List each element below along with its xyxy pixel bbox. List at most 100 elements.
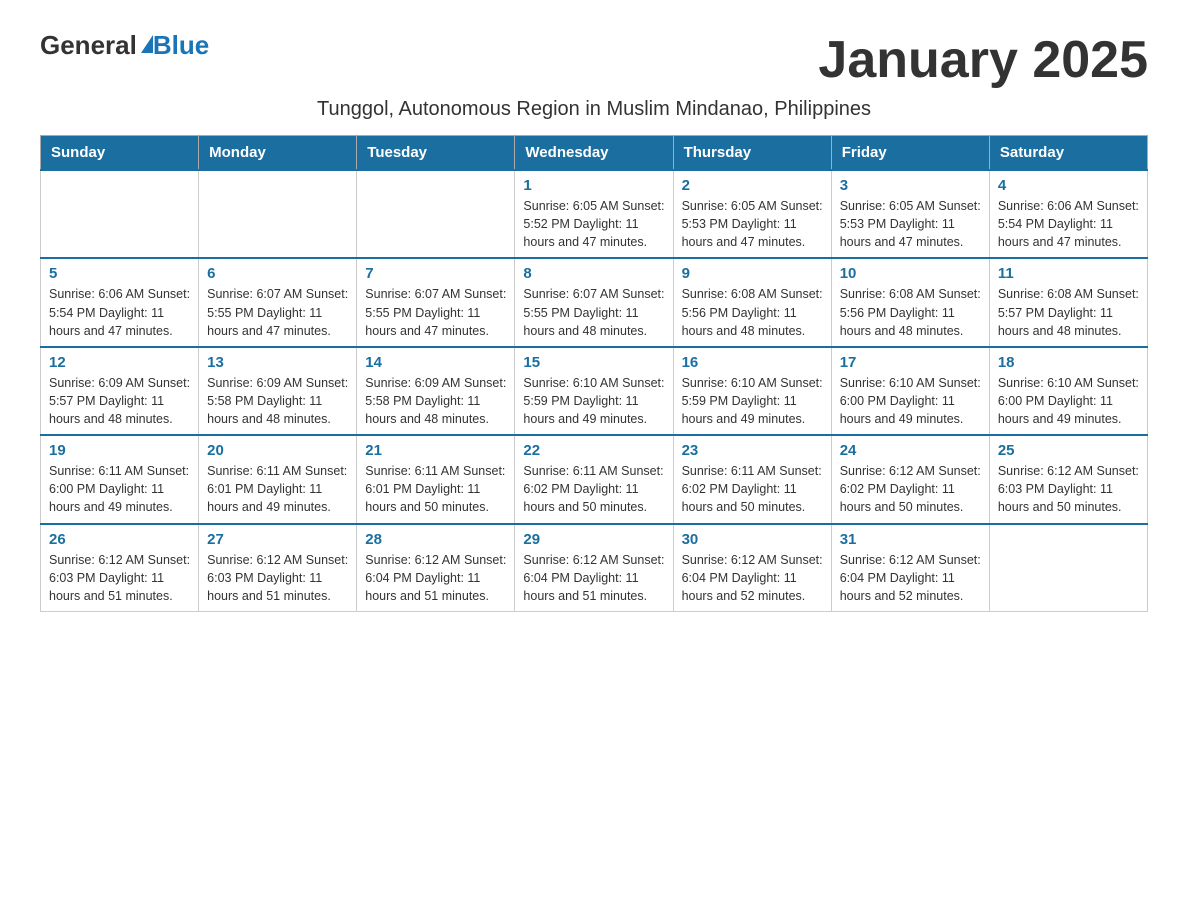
day-number: 7 (365, 265, 506, 282)
day-number: 18 (998, 354, 1139, 371)
day-info: Sunrise: 6:10 AM Sunset: 6:00 PM Dayligh… (840, 374, 981, 428)
calendar-cell: 12 Sunrise: 6:09 AM Sunset: 5:57 PM Dayli… (41, 347, 199, 435)
month-title: January 2025 (818, 30, 1148, 90)
day-info: Sunrise: 6:12 AM Sunset: 6:04 PM Dayligh… (840, 551, 981, 605)
logo-general-text: General (40, 30, 137, 61)
day-number: 27 (207, 531, 348, 548)
day-number: 6 (207, 265, 348, 282)
calendar-cell (357, 170, 515, 258)
day-info: Sunrise: 6:10 AM Sunset: 6:00 PM Dayligh… (998, 374, 1139, 428)
calendar-cell: 31Sunrise: 6:12 AM Sunset: 6:04 PM Dayli… (831, 524, 989, 612)
week-row-4: 19 Sunrise: 6:11 AM Sunset: 6:00 PM Dayli… (41, 435, 1148, 523)
calendar-cell (41, 170, 199, 258)
day-info: Sunrise: 6:09 AM Sunset: 5:57 PM Dayligh… (49, 374, 190, 428)
calendar-cell: 1 Sunrise: 6:05 AM Sunset: 5:52 PM Daylig… (515, 170, 673, 258)
calendar-cell: 10Sunrise: 6:08 AM Sunset: 5:56 PM Dayli… (831, 258, 989, 346)
calendar-cell: 25 Sunrise: 6:12 AM Sunset: 6:03 PM Dayli… (989, 435, 1147, 523)
day-info: Sunrise: 6:11 AM Sunset: 6:00 PM Dayligh… (49, 462, 190, 516)
day-number: 5 (49, 265, 190, 282)
calendar-cell (989, 524, 1147, 612)
day-number: 14 (365, 354, 506, 371)
day-number: 16 (682, 354, 823, 371)
day-number: 26 (49, 531, 190, 548)
day-number: 30 (682, 531, 823, 548)
calendar-cell: 2 Sunrise: 6:05 AM Sunset: 5:53 PM Daylig… (673, 170, 831, 258)
calendar-subtitle: Tunggol, Autonomous Region in Muslim Min… (40, 98, 1148, 121)
day-info: Sunrise: 6:11 AM Sunset: 6:01 PM Dayligh… (365, 462, 506, 516)
calendar-cell: 27 Sunrise: 6:12 AM Sunset: 6:03 PM Dayli… (199, 524, 357, 612)
calendar-cell: 13 Sunrise: 6:09 AM Sunset: 5:58 PM Dayli… (199, 347, 357, 435)
calendar-cell: 20 Sunrise: 6:11 AM Sunset: 6:01 PM Dayli… (199, 435, 357, 523)
day-info: Sunrise: 6:05 AM Sunset: 5:53 PM Dayligh… (840, 197, 981, 251)
calendar-cell: 3 Sunrise: 6:05 AM Sunset: 5:53 PM Daylig… (831, 170, 989, 258)
header: General Blue January 2025 (40, 30, 1148, 90)
day-number: 12 (49, 354, 190, 371)
day-number: 15 (523, 354, 664, 371)
week-row-1: 1 Sunrise: 6:05 AM Sunset: 5:52 PM Daylig… (41, 170, 1148, 258)
calendar-cell: 5Sunrise: 6:06 AM Sunset: 5:54 PM Daylig… (41, 258, 199, 346)
day-number: 13 (207, 354, 348, 371)
day-info: Sunrise: 6:12 AM Sunset: 6:04 PM Dayligh… (365, 551, 506, 605)
day-info: Sunrise: 6:11 AM Sunset: 6:01 PM Dayligh… (207, 462, 348, 516)
day-number: 11 (998, 265, 1139, 282)
day-number: 25 (998, 442, 1139, 459)
day-number: 10 (840, 265, 981, 282)
day-info: Sunrise: 6:12 AM Sunset: 6:04 PM Dayligh… (523, 551, 664, 605)
weekday-header-saturday: Saturday (989, 136, 1147, 171)
day-number: 9 (682, 265, 823, 282)
calendar-cell: 28 Sunrise: 6:12 AM Sunset: 6:04 PM Dayli… (357, 524, 515, 612)
day-number: 21 (365, 442, 506, 459)
calendar-cell: 16 Sunrise: 6:10 AM Sunset: 5:59 PM Dayli… (673, 347, 831, 435)
calendar-cell: 4 Sunrise: 6:06 AM Sunset: 5:54 PM Daylig… (989, 170, 1147, 258)
day-info: Sunrise: 6:12 AM Sunset: 6:03 PM Dayligh… (207, 551, 348, 605)
weekday-header-friday: Friday (831, 136, 989, 171)
day-number: 17 (840, 354, 981, 371)
day-info: Sunrise: 6:08 AM Sunset: 5:57 PM Dayligh… (998, 285, 1139, 339)
calendar-cell (199, 170, 357, 258)
calendar-cell: 19 Sunrise: 6:11 AM Sunset: 6:00 PM Dayli… (41, 435, 199, 523)
calendar-cell: 14Sunrise: 6:09 AM Sunset: 5:58 PM Dayli… (357, 347, 515, 435)
day-info: Sunrise: 6:12 AM Sunset: 6:04 PM Dayligh… (682, 551, 823, 605)
day-info: Sunrise: 6:10 AM Sunset: 5:59 PM Dayligh… (682, 374, 823, 428)
day-number: 20 (207, 442, 348, 459)
calendar-cell: 26 Sunrise: 6:12 AM Sunset: 6:03 PM Dayli… (41, 524, 199, 612)
week-row-2: 5Sunrise: 6:06 AM Sunset: 5:54 PM Daylig… (41, 258, 1148, 346)
day-number: 24 (840, 442, 981, 459)
day-info: Sunrise: 6:12 AM Sunset: 6:02 PM Dayligh… (840, 462, 981, 516)
day-info: Sunrise: 6:07 AM Sunset: 5:55 PM Dayligh… (523, 285, 664, 339)
logo-triangle-icon (141, 35, 153, 53)
day-info: Sunrise: 6:12 AM Sunset: 6:03 PM Dayligh… (49, 551, 190, 605)
day-number: 1 (523, 177, 664, 194)
day-number: 23 (682, 442, 823, 459)
calendar-cell: 17 Sunrise: 6:10 AM Sunset: 6:00 PM Dayli… (831, 347, 989, 435)
calendar-cell: 30 Sunrise: 6:12 AM Sunset: 6:04 PM Dayli… (673, 524, 831, 612)
calendar-table: SundayMondayTuesdayWednesdayThursdayFrid… (40, 135, 1148, 612)
day-info: Sunrise: 6:10 AM Sunset: 5:59 PM Dayligh… (523, 374, 664, 428)
day-number: 4 (998, 177, 1139, 194)
calendar-cell: 9Sunrise: 6:08 AM Sunset: 5:56 PM Daylig… (673, 258, 831, 346)
week-row-5: 26 Sunrise: 6:12 AM Sunset: 6:03 PM Dayli… (41, 524, 1148, 612)
calendar-cell: 29 Sunrise: 6:12 AM Sunset: 6:04 PM Dayli… (515, 524, 673, 612)
day-number: 22 (523, 442, 664, 459)
calendar-cell: 24 Sunrise: 6:12 AM Sunset: 6:02 PM Dayli… (831, 435, 989, 523)
day-info: Sunrise: 6:11 AM Sunset: 6:02 PM Dayligh… (523, 462, 664, 516)
day-number: 2 (682, 177, 823, 194)
day-number: 29 (523, 531, 664, 548)
day-info: Sunrise: 6:06 AM Sunset: 5:54 PM Dayligh… (998, 197, 1139, 251)
day-info: Sunrise: 6:07 AM Sunset: 5:55 PM Dayligh… (207, 285, 348, 339)
calendar-header-row: SundayMondayTuesdayWednesdayThursdayFrid… (41, 136, 1148, 171)
day-info: Sunrise: 6:05 AM Sunset: 5:53 PM Dayligh… (682, 197, 823, 251)
day-number: 19 (49, 442, 190, 459)
day-number: 28 (365, 531, 506, 548)
day-number: 3 (840, 177, 981, 194)
weekday-header-thursday: Thursday (673, 136, 831, 171)
calendar-cell: 15 Sunrise: 6:10 AM Sunset: 5:59 PM Dayli… (515, 347, 673, 435)
weekday-header-monday: Monday (199, 136, 357, 171)
day-info: Sunrise: 6:09 AM Sunset: 5:58 PM Dayligh… (207, 374, 348, 428)
day-number: 8 (523, 265, 664, 282)
day-info: Sunrise: 6:12 AM Sunset: 6:03 PM Dayligh… (998, 462, 1139, 516)
calendar-cell: 22 Sunrise: 6:11 AM Sunset: 6:02 PM Dayli… (515, 435, 673, 523)
calendar-cell: 11 Sunrise: 6:08 AM Sunset: 5:57 PM Dayli… (989, 258, 1147, 346)
week-row-3: 12 Sunrise: 6:09 AM Sunset: 5:57 PM Dayli… (41, 347, 1148, 435)
day-info: Sunrise: 6:05 AM Sunset: 5:52 PM Dayligh… (523, 197, 664, 251)
